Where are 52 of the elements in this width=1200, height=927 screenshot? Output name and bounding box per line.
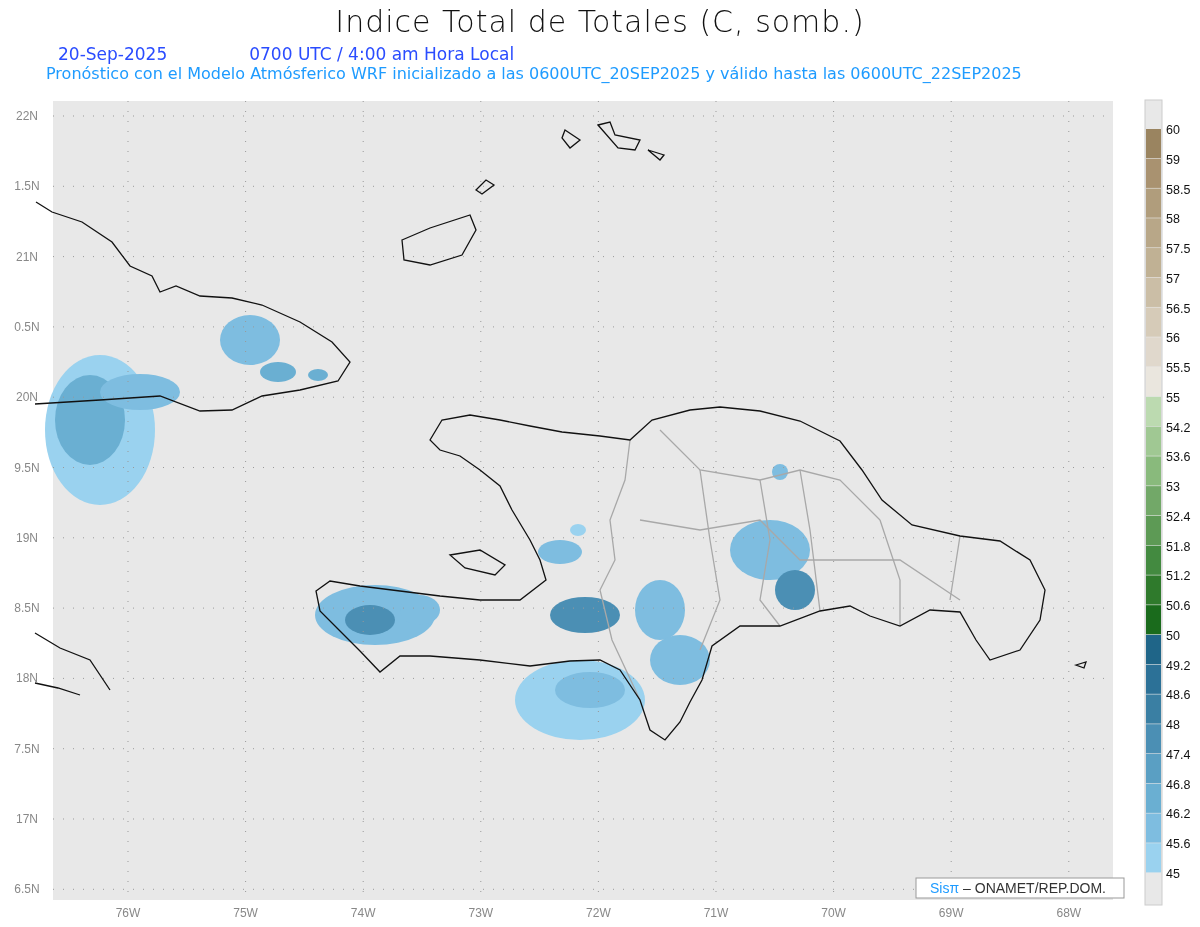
latitude-label: 7.5N xyxy=(14,741,40,756)
legend-label: 53 xyxy=(1166,480,1180,495)
longitude-label: 72W xyxy=(586,906,611,920)
legend-label: 51.2 xyxy=(1166,569,1191,584)
credit-box: Sisπ – ONAMET/REP.DOM. xyxy=(915,877,1125,899)
legend-label: 49.2 xyxy=(1166,658,1191,673)
legend-label: 46.2 xyxy=(1166,807,1191,822)
legend-label: 57 xyxy=(1166,271,1180,286)
latitude-label: 6.5N xyxy=(14,882,40,897)
legend-label: 59 xyxy=(1166,152,1180,167)
latitude-label: 0.5N xyxy=(14,319,40,334)
forecast-date: 20-Sep-2025 xyxy=(58,44,168,64)
legend-label: 58.5 xyxy=(1166,182,1191,197)
forecast-description: Pronóstico con el Modelo Atmósferico WRF inicializado a las 0600UTC_20SEP2025 y válido hasta las 0600UTC_22SEP2025 xyxy=(45,64,1023,83)
legend-label: 45 xyxy=(1166,867,1180,881)
latitude-label: 1.5N xyxy=(14,179,40,194)
latitude-label: 21N xyxy=(16,249,38,264)
longitude-label: 73W xyxy=(468,906,494,920)
map-title: Indice Total de Totales (C, somb.) xyxy=(334,4,866,41)
legend-label: 50 xyxy=(1166,628,1180,643)
latitude-label: 18N xyxy=(16,671,38,686)
legend-label: 48 xyxy=(1166,718,1180,733)
latitude-label: 17N xyxy=(16,812,38,826)
latitude-label: 22N xyxy=(16,109,38,123)
legend-label: 52.4 xyxy=(1166,509,1191,524)
legend-label: 55.5 xyxy=(1166,361,1191,376)
latitude-label: 20N xyxy=(16,390,38,405)
longitude-label: 76W xyxy=(115,906,141,920)
legend-label: 54.2 xyxy=(1166,420,1191,435)
legend-label: 56.5 xyxy=(1166,301,1191,316)
legend-label: 45.6 xyxy=(1166,837,1191,852)
legend-label: 57.5 xyxy=(1166,242,1191,257)
legend-label: 50.6 xyxy=(1166,599,1191,614)
legend-label: 53.6 xyxy=(1166,450,1191,465)
legend-label: 46.8 xyxy=(1166,777,1191,792)
legend-label: 56 xyxy=(1166,331,1180,346)
legend-label: 51.8 xyxy=(1166,539,1191,554)
longitude-label: 75W xyxy=(233,906,258,920)
legend-label: 48.6 xyxy=(1166,688,1191,703)
longitude-label: 70W xyxy=(821,906,846,920)
latitude-label: 8.5N xyxy=(14,601,40,616)
longitude-label: 71W xyxy=(703,906,729,920)
latitude-label: 19N xyxy=(16,530,38,545)
latitude-label: 9.5N xyxy=(14,460,40,475)
longitude-label: 69W xyxy=(938,906,964,920)
longitude-label: 68W xyxy=(1056,906,1082,920)
legend-label: 60 xyxy=(1166,123,1180,137)
longitude-label: 74W xyxy=(350,906,376,920)
legend-label: 58 xyxy=(1166,212,1180,227)
legend-label: 55 xyxy=(1166,390,1180,405)
legend-label: 47.4 xyxy=(1166,747,1191,762)
forecast-time: 0700 UTC / 4:00 am Hora Local xyxy=(249,44,515,64)
